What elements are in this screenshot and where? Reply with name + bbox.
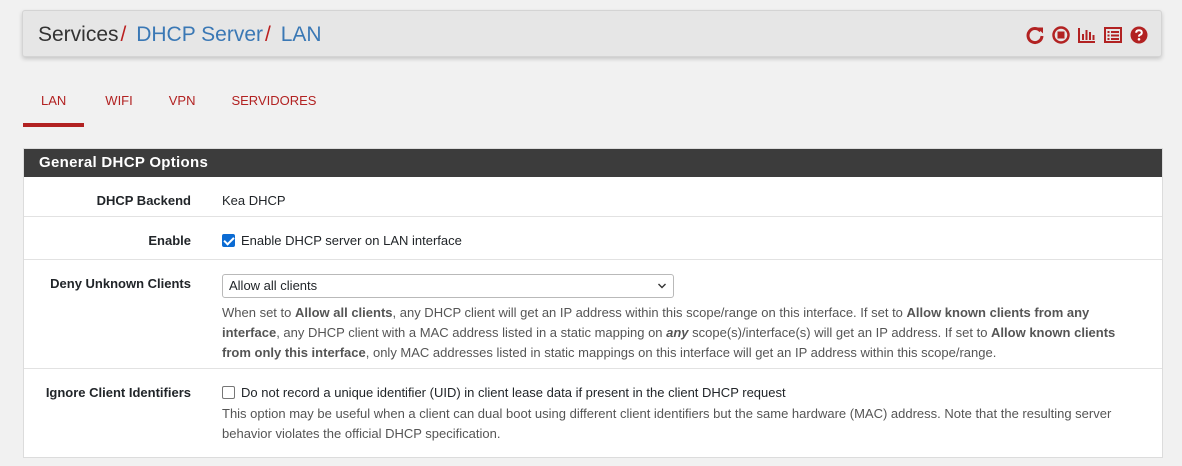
help-icon[interactable]: [1129, 25, 1149, 45]
deny-unknown-clients-select[interactable]: Allow all clients: [222, 274, 674, 298]
breadcrumb-dhcp-server-link[interactable]: DHCP Server: [136, 23, 263, 46]
ignore-client-identifiers-checkbox[interactable]: [222, 386, 235, 400]
tab-vpn[interactable]: VPN: [151, 84, 214, 127]
enable-label: Enable: [148, 233, 191, 248]
dhcp-backend-label: DHCP Backend: [96, 193, 191, 208]
enable-field: Enable DHCP server on LAN interface: [222, 233, 1146, 248]
tab-lan[interactable]: LAN: [23, 84, 85, 127]
breadcrumb-separator: /: [265, 23, 271, 46]
ignore-client-identifiers-label: Ignore Client Identifiers: [45, 385, 191, 400]
row-dhcp-backend: DHCP Backend Kea DHCP: [24, 177, 1162, 217]
chart-icon[interactable]: [1077, 25, 1097, 45]
ignore-client-identifiers-checkbox-label[interactable]: Do not record a unique identifier (UID) …: [241, 385, 786, 400]
page-header: Services/ DHCP Server/ LAN: [22, 10, 1162, 57]
breadcrumb-services: Services: [38, 23, 119, 46]
deny-unknown-clients-help: When set to Allow all clients, any DHCP …: [222, 305, 1116, 360]
reload-icon[interactable]: [1025, 25, 1045, 45]
dhcp-backend-value: Kea DHCP: [222, 193, 286, 208]
header-icon-group: [1025, 25, 1149, 45]
chevron-down-icon: [658, 283, 666, 289]
stop-icon[interactable]: [1051, 25, 1071, 45]
breadcrumb-lan-link[interactable]: LAN: [281, 23, 322, 46]
deny-unknown-clients-selected: Allow all clients: [229, 278, 318, 293]
panel-title: General DHCP Options: [24, 149, 1162, 177]
tab-wifi[interactable]: WIFI: [84, 84, 150, 127]
enable-checkbox[interactable]: [222, 234, 235, 248]
row-ignore-client-identifiers: Ignore Client Identifiers Do not record …: [24, 369, 1162, 457]
interface-tabs: LAN WIFI VPN SERVIDORES: [23, 84, 334, 127]
ignore-client-identifiers-option: Do not record a unique identifier (UID) …: [222, 385, 1146, 400]
row-enable: Enable Enable DHCP server on LAN interfa…: [24, 217, 1162, 260]
deny-unknown-clients-field: Allow all clients When set to Allow all …: [222, 274, 1146, 363]
enable-checkbox-label[interactable]: Enable DHCP server on LAN interface: [241, 233, 462, 248]
general-dhcp-options-panel: General DHCP Options DHCP Backend Kea DH…: [23, 148, 1163, 458]
ignore-client-identifiers-help: This option may be useful when a client …: [222, 406, 1112, 442]
breadcrumb: Services/ DHCP Server/ LAN: [38, 22, 322, 48]
breadcrumb-separator: /: [120, 23, 127, 46]
ignore-client-identifiers-field: Do not record a unique identifier (UID) …: [222, 385, 1146, 444]
tab-servidores[interactable]: SERVIDORES: [213, 84, 334, 127]
list-icon[interactable]: [1103, 25, 1123, 45]
deny-unknown-clients-label: Deny Unknown Clients: [50, 276, 191, 291]
row-deny-unknown-clients: Deny Unknown Clients Allow all clients W…: [24, 260, 1162, 369]
